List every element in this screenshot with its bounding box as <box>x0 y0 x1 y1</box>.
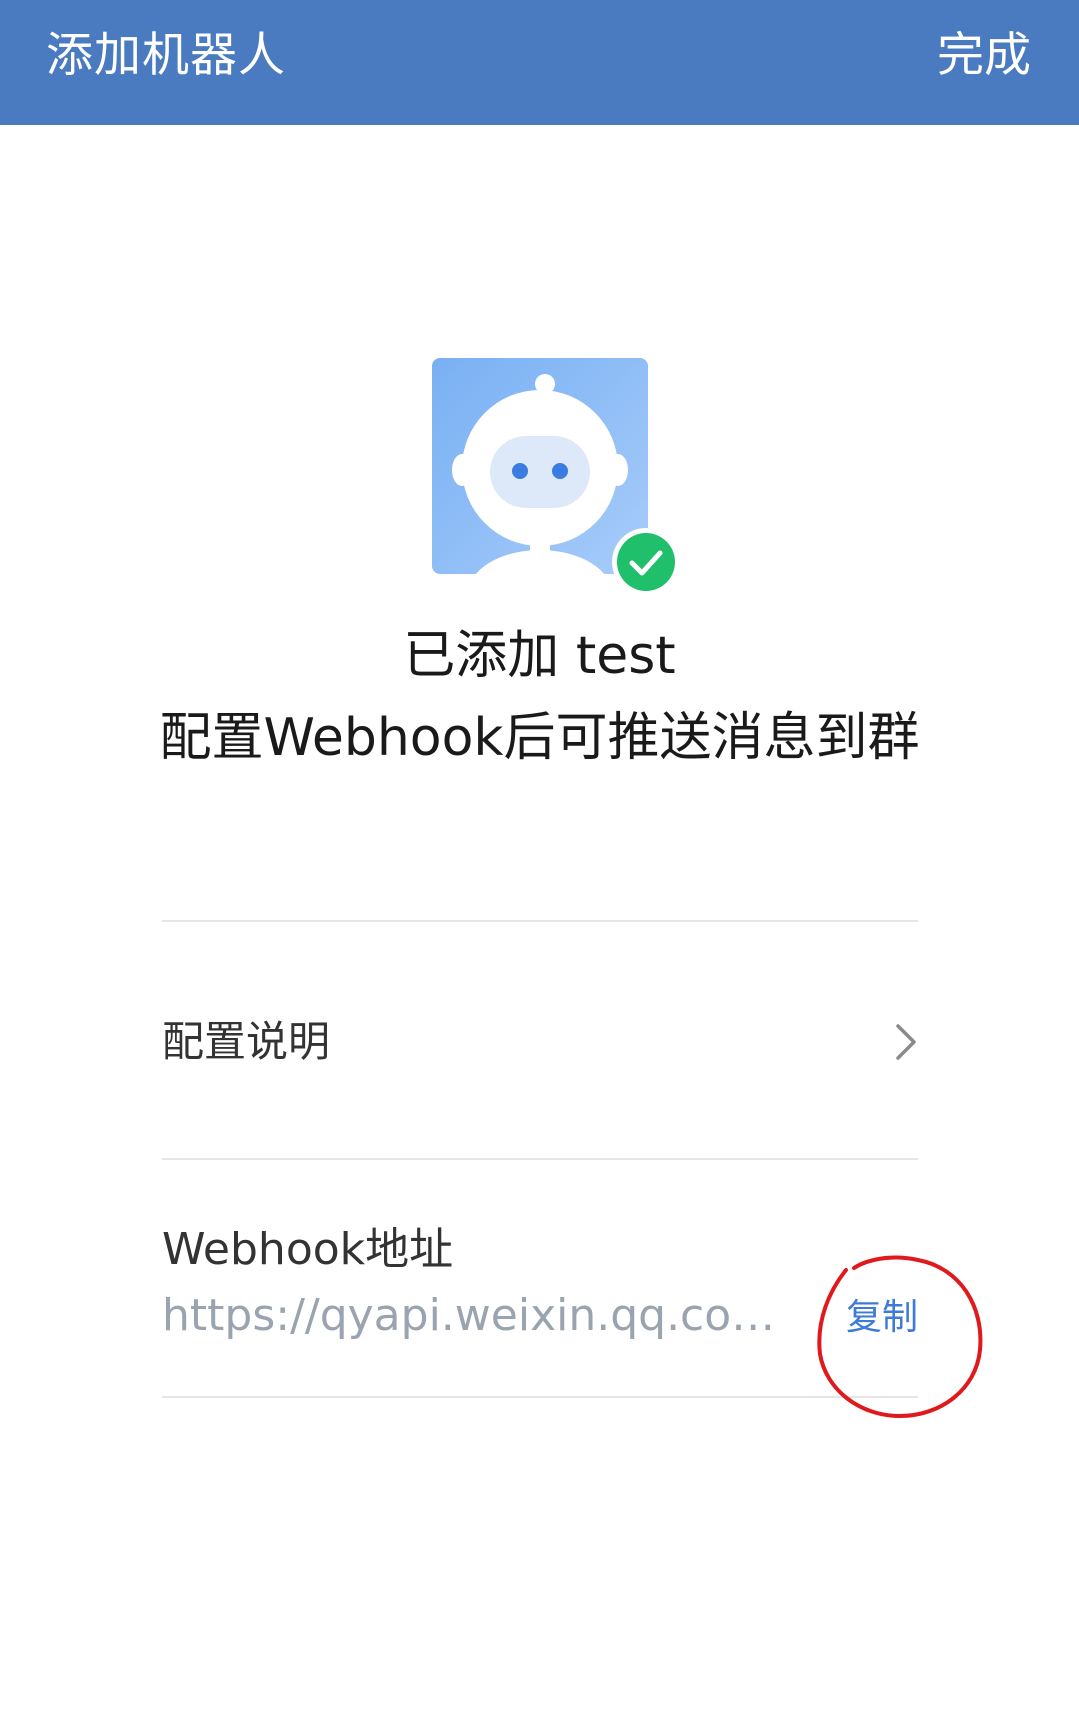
page-title: 添加机器人 <box>46 28 286 83</box>
added-status-text: 已添加 test <box>403 626 676 686</box>
config-instructions-label: 配置说明 <box>162 1017 331 1066</box>
webhook-url: https://qyapi.weixin.qq.com/cgi-bin/webh… <box>162 1290 802 1341</box>
robot-avatar-group <box>432 358 680 598</box>
check-circle-icon <box>612 528 680 596</box>
top-bar: 添加机器人 完成 <box>0 0 1079 125</box>
webhook-label: Webhook地址 <box>162 1224 454 1275</box>
config-instructions-row[interactable]: 配置说明 <box>162 922 918 1158</box>
divider <box>162 1396 918 1398</box>
copy-button[interactable]: 复制 <box>846 1292 918 1344</box>
webhook-section: Webhook地址 https://qyapi.weixin.qq.com/cg… <box>162 1160 918 1396</box>
chevron-right-icon <box>894 1022 918 1062</box>
webhook-hint-text: 配置Webhook后可推送消息到群 <box>159 708 920 768</box>
done-button[interactable]: 完成 <box>937 24 1031 88</box>
